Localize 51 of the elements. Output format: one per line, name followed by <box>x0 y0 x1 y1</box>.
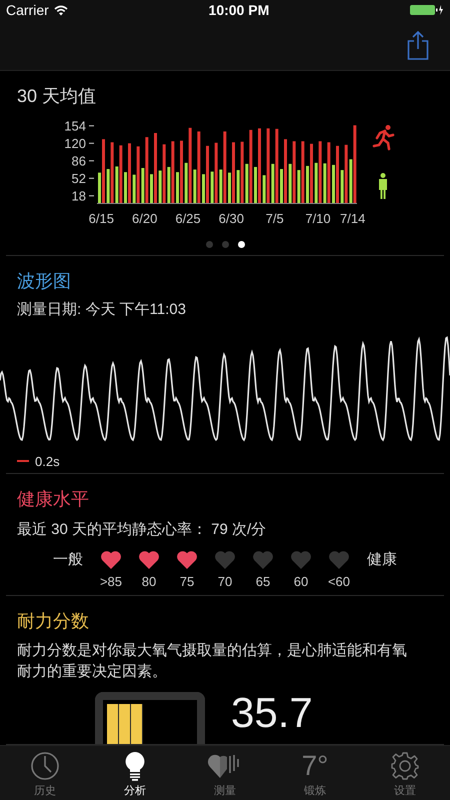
x-tick-label: 7/10 <box>305 211 331 226</box>
section-title: 30 天均值 <box>17 85 98 107</box>
wifi-icon <box>54 4 68 16</box>
light-bulb-icon <box>124 751 146 781</box>
section-title: 健康水平 <box>17 488 90 510</box>
heart-rate-label: 65 <box>256 574 270 589</box>
heart-rate-label: >85 <box>100 574 122 589</box>
scale-bar <box>17 460 29 462</box>
tab-item[interactable]: 测量 <box>180 746 270 800</box>
y-tick-label: 18 <box>72 188 86 204</box>
y-tick-label: 154 <box>64 118 86 134</box>
y-tick-label: 120 <box>64 136 86 151</box>
x-tick-label: 6/25 <box>175 211 201 226</box>
y-tick-label: 86 <box>72 153 86 168</box>
battery-icon <box>410 4 444 16</box>
scale-high-label: 健康 <box>366 550 398 570</box>
x-tick-label: 6/30 <box>218 211 244 226</box>
endurance-score: 35.7 <box>231 692 313 734</box>
clock-time: 10:00 PM <box>208 2 270 18</box>
glyph-icon: 7° <box>302 751 328 781</box>
running-person-icon <box>372 125 394 150</box>
x-tick-label: 7/14 <box>340 211 366 226</box>
scale-label: 0.2s <box>35 454 60 468</box>
clock-icon <box>30 751 60 781</box>
y-tick-label: 52 <box>72 170 86 186</box>
scale-low-label: 一般 <box>52 550 84 570</box>
section-title: 波形图 <box>17 270 72 292</box>
measurement-date: 测量日期: 今天 下午11:03 <box>17 300 187 320</box>
page-dot[interactable] <box>222 240 228 248</box>
heart-rate-label: <60 <box>328 574 350 589</box>
tab-item[interactable]: 历史 <box>0 746 90 800</box>
x-tick-label: 6/20 <box>132 211 158 226</box>
page-dot[interactable] <box>206 240 212 248</box>
heart-rate-label: 75 <box>180 574 194 589</box>
standing-person-icon <box>379 173 387 199</box>
heart-rate-label: 70 <box>218 574 232 589</box>
heart-rate-label: 60 <box>294 574 308 589</box>
page-dot[interactable] <box>238 240 244 248</box>
carrier-label: Carrier <box>6 2 49 18</box>
tab-item[interactable]: 分析 <box>90 746 180 800</box>
tab-item[interactable]: 7° 锻炼 <box>270 746 360 800</box>
settings-icon <box>390 751 420 781</box>
heart-rate-label: 80 <box>142 574 156 589</box>
y-axis: 18 52 86 120 154 <box>64 118 94 204</box>
x-tick-label: 6/15 <box>88 211 114 226</box>
x-tick-label: 7/5 <box>266 211 284 226</box>
resting-rate-summary: 最近 30 天的平均静态心率： 79 次/分 <box>17 520 268 540</box>
endurance-description: 耐力分数是对你最大氧气摄取量的估算，是心肺适能和有氧耐力的重要决定因素。 <box>17 641 408 682</box>
tab-item[interactable]: 设置 <box>360 746 450 800</box>
section-title: 耐力分数 <box>17 610 90 632</box>
share-icon[interactable] <box>407 30 429 60</box>
